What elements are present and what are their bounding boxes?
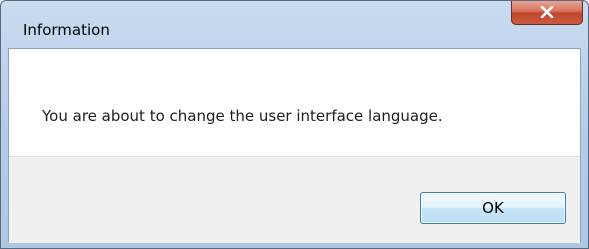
dialog-content: You are about to change the user interfa… bbox=[8, 48, 581, 243]
ok-button[interactable]: OK bbox=[420, 192, 566, 224]
title-bar[interactable]: Information bbox=[1, 1, 588, 49]
dialog-message: You are about to change the user interfa… bbox=[42, 107, 443, 125]
message-area: You are about to change the user interfa… bbox=[9, 49, 580, 156]
window-title: Information bbox=[23, 21, 110, 39]
information-dialog: Information You are about to change the … bbox=[0, 0, 589, 249]
close-icon bbox=[540, 6, 554, 18]
button-area: OK bbox=[9, 156, 580, 243]
close-button[interactable] bbox=[511, 1, 583, 25]
